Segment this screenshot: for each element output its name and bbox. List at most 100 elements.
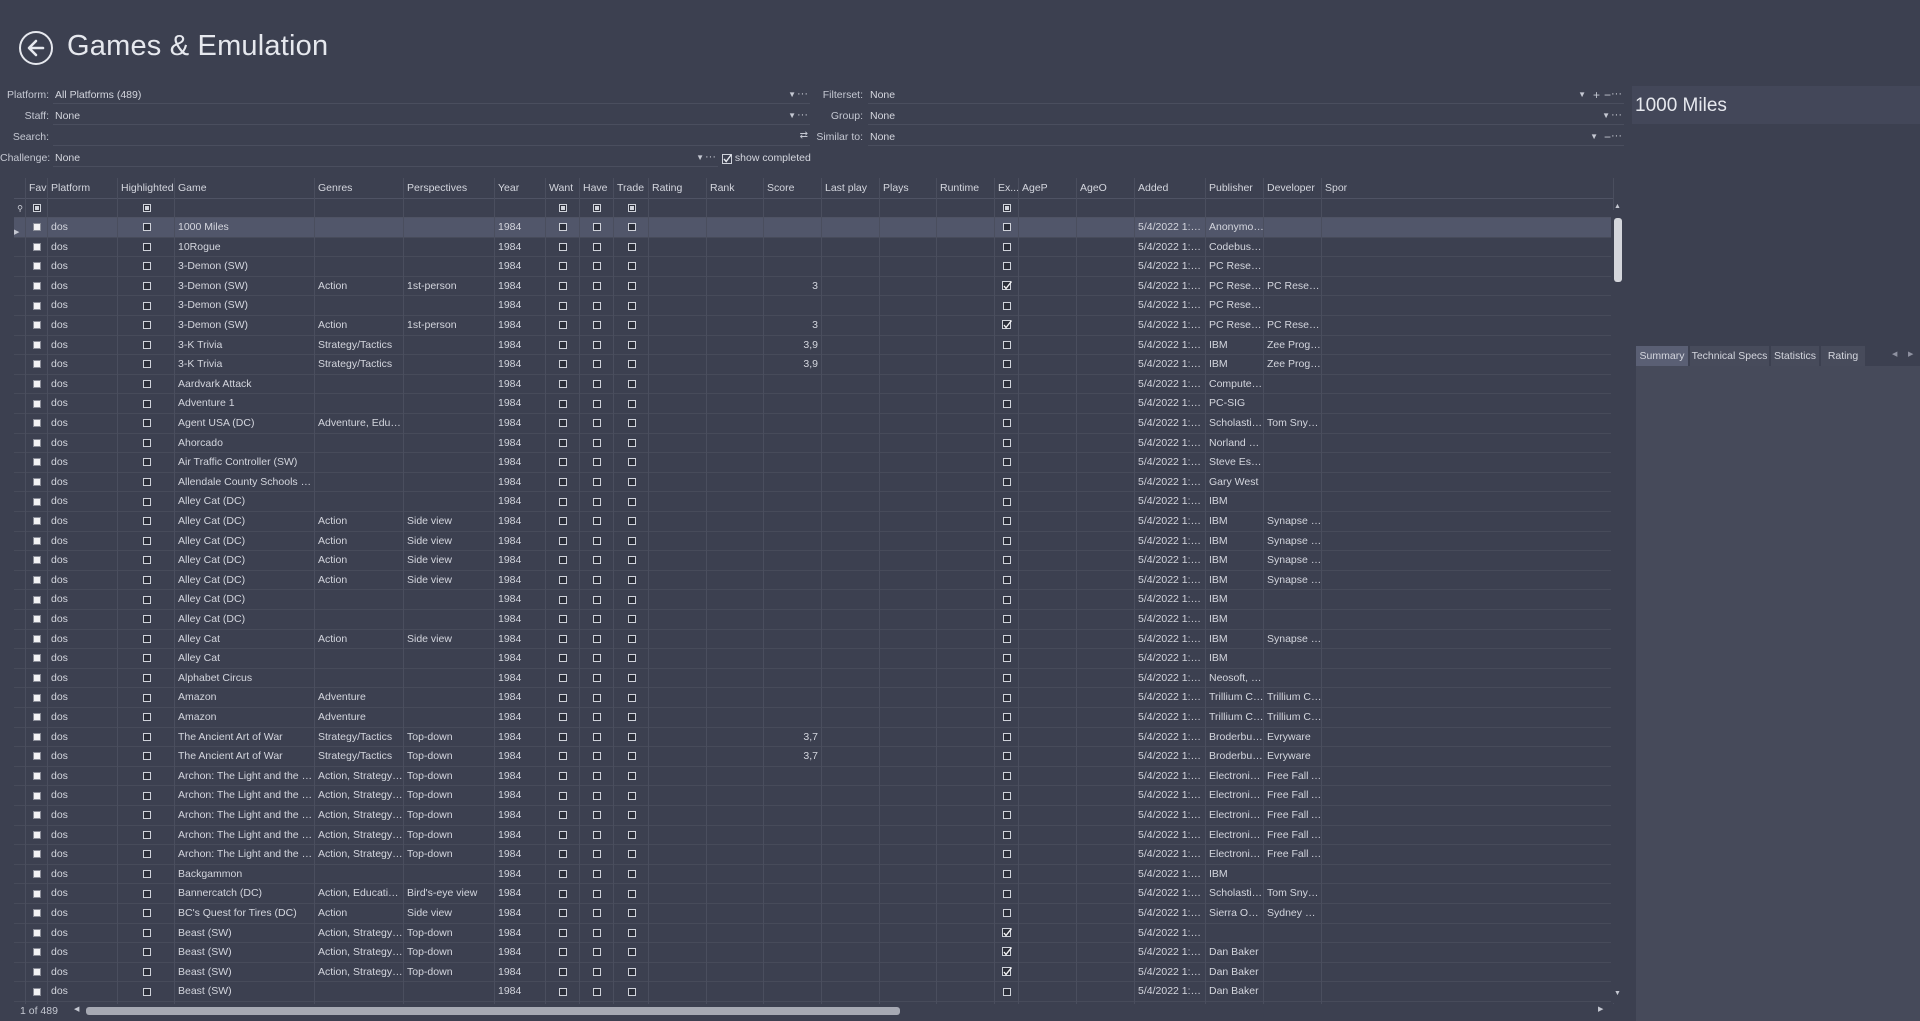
want-checkbox-cell[interactable]	[546, 257, 580, 276]
hl-checkbox-cell[interactable]	[118, 316, 175, 335]
trade-checkbox-cell[interactable]	[614, 512, 649, 531]
checkbox-icon[interactable]	[593, 732, 601, 741]
hl-checkbox-cell[interactable]	[118, 649, 175, 668]
ex-checkbox-cell[interactable]	[995, 394, 1019, 413]
table-row[interactable]: dos Alley Cat (DC) Action Side view 1984 5/4/…	[14, 512, 1614, 532]
ex-checkbox-cell[interactable]	[995, 512, 1019, 531]
fav-checkbox-cell[interactable]	[26, 943, 48, 962]
chevron-down-icon[interactable]: ▼	[1602, 107, 1610, 125]
checkbox-icon[interactable]	[627, 438, 636, 447]
have-checkbox-cell[interactable]	[580, 630, 614, 649]
checkbox-icon[interactable]	[559, 419, 567, 428]
trade-checkbox-cell[interactable]	[614, 924, 649, 943]
ex-checkbox-cell[interactable]	[995, 257, 1019, 276]
checkbox-icon[interactable]	[142, 713, 151, 722]
hl-checkbox-cell[interactable]	[118, 492, 175, 511]
checkbox-icon[interactable]	[33, 928, 41, 937]
table-row[interactable]: dos Alley Cat (DC) 1984 5/4/2022 1:08 μμIBM	[14, 590, 1614, 610]
want-checkbox-cell[interactable]	[546, 884, 580, 903]
want-checkbox-cell[interactable]	[546, 982, 580, 1001]
ex-checkbox-cell[interactable]	[995, 414, 1019, 433]
checkbox-icon[interactable]	[142, 223, 151, 232]
checkbox-icon[interactable]	[627, 380, 636, 389]
have-checkbox-cell[interactable]	[580, 296, 614, 315]
trade-checkbox-cell[interactable]	[614, 630, 649, 649]
want-checkbox-cell[interactable]	[546, 296, 580, 315]
checkbox-icon[interactable]	[33, 674, 41, 683]
table-row[interactable]: dos 10Rogue 1984 5/4/2022 1:08 μμCodebuste.…	[14, 238, 1614, 258]
checkbox-icon[interactable]	[559, 380, 567, 389]
hl-checkbox-cell[interactable]	[118, 453, 175, 472]
checkbox-icon[interactable]	[33, 811, 41, 820]
want-checkbox-cell[interactable]	[546, 394, 580, 413]
ex-checkbox-cell[interactable]	[995, 355, 1019, 374]
checkbox-icon[interactable]	[142, 791, 151, 800]
checkbox-icon[interactable]	[627, 830, 636, 839]
checkbox-icon[interactable]	[593, 948, 601, 957]
table-row[interactable]: dos BC's Quest for Tires (DC) Action Side v…	[14, 904, 1614, 924]
checkbox-icon[interactable]	[1003, 909, 1011, 918]
checkbox-icon[interactable]	[627, 399, 636, 408]
checkbox-icon[interactable]	[33, 615, 41, 624]
fav-checkbox-cell[interactable]	[26, 767, 48, 786]
checkbox-icon[interactable]	[627, 615, 636, 624]
fav-checkbox-cell[interactable]	[26, 924, 48, 943]
ex-checkbox-cell[interactable]	[995, 669, 1019, 688]
column-header-trade[interactable]: Trade	[614, 178, 649, 198]
trade-checkbox-cell[interactable]	[614, 473, 649, 492]
checkbox-icon[interactable]	[142, 752, 151, 761]
fav-checkbox-cell[interactable]	[26, 728, 48, 747]
have-checkbox-cell[interactable]	[580, 688, 614, 707]
checkbox-icon[interactable]	[559, 556, 567, 565]
fav-checkbox-cell[interactable]	[26, 434, 48, 453]
want-checkbox-cell[interactable]	[546, 610, 580, 629]
checkbox-icon[interactable]	[559, 850, 567, 859]
ex-checkbox-cell[interactable]	[995, 943, 1019, 962]
hl-checkbox-cell[interactable]	[118, 375, 175, 394]
fav-checkbox-cell[interactable]	[26, 532, 48, 551]
checkbox-icon[interactable]	[1003, 674, 1011, 683]
filter-cell-have[interactable]	[580, 199, 614, 218]
hl-checkbox-cell[interactable]	[118, 865, 175, 884]
trade-checkbox-cell[interactable]	[614, 355, 649, 374]
trade-checkbox-cell[interactable]	[614, 963, 649, 982]
trade-checkbox-cell[interactable]	[614, 551, 649, 570]
checkbox-icon[interactable]	[593, 654, 601, 663]
checkbox-icon[interactable]	[559, 262, 567, 271]
table-row[interactable]: dos Beast (SW) 1984 5/4/2022 1:08 μμDan Bak…	[14, 982, 1614, 1002]
fav-checkbox-cell[interactable]	[26, 571, 48, 590]
hl-checkbox-cell[interactable]	[118, 551, 175, 570]
table-row[interactable]: dos Backgammon 1984 5/4/2022 1:08 μμIBM	[14, 865, 1614, 885]
checkbox-icon[interactable]	[33, 262, 41, 271]
fav-checkbox-cell[interactable]	[26, 492, 48, 511]
hl-checkbox-cell[interactable]	[118, 571, 175, 590]
checkbox-checked-icon[interactable]	[1002, 927, 1013, 938]
want-checkbox-cell[interactable]	[546, 473, 580, 492]
hl-checkbox-cell[interactable]	[118, 434, 175, 453]
trade-checkbox-cell[interactable]	[614, 434, 649, 453]
checkbox-icon[interactable]	[559, 811, 567, 820]
column-header-have[interactable]: Have	[580, 178, 614, 198]
want-checkbox-cell[interactable]	[546, 375, 580, 394]
column-header-ex[interactable]: Ex...	[995, 178, 1019, 198]
checkbox-icon[interactable]	[593, 340, 601, 349]
checkbox-icon[interactable]	[1003, 438, 1011, 447]
hl-checkbox-cell[interactable]	[118, 669, 175, 688]
staff-select[interactable]: None ▼ ···	[53, 107, 810, 125]
checkbox-icon[interactable]	[593, 438, 601, 447]
fav-checkbox-cell[interactable]	[26, 649, 48, 668]
checkbox-icon[interactable]	[1003, 399, 1011, 408]
trade-checkbox-cell[interactable]	[614, 806, 649, 825]
checkbox-icon[interactable]	[33, 556, 41, 565]
table-row[interactable]: dos Alley Cat (DC) Action Side view 1984 5/4/…	[14, 551, 1614, 571]
checkbox-icon[interactable]	[142, 419, 151, 428]
trade-checkbox-cell[interactable]	[614, 316, 649, 335]
checkbox-icon[interactable]	[559, 791, 567, 800]
chevron-down-icon[interactable]: ▼	[788, 107, 796, 125]
checkbox-icon[interactable]	[1003, 497, 1011, 506]
have-checkbox-cell[interactable]	[580, 257, 614, 276]
have-checkbox-cell[interactable]	[580, 238, 614, 257]
fav-checkbox-cell[interactable]	[26, 688, 48, 707]
want-checkbox-cell[interactable]	[546, 826, 580, 845]
checkbox-icon[interactable]	[559, 321, 567, 330]
